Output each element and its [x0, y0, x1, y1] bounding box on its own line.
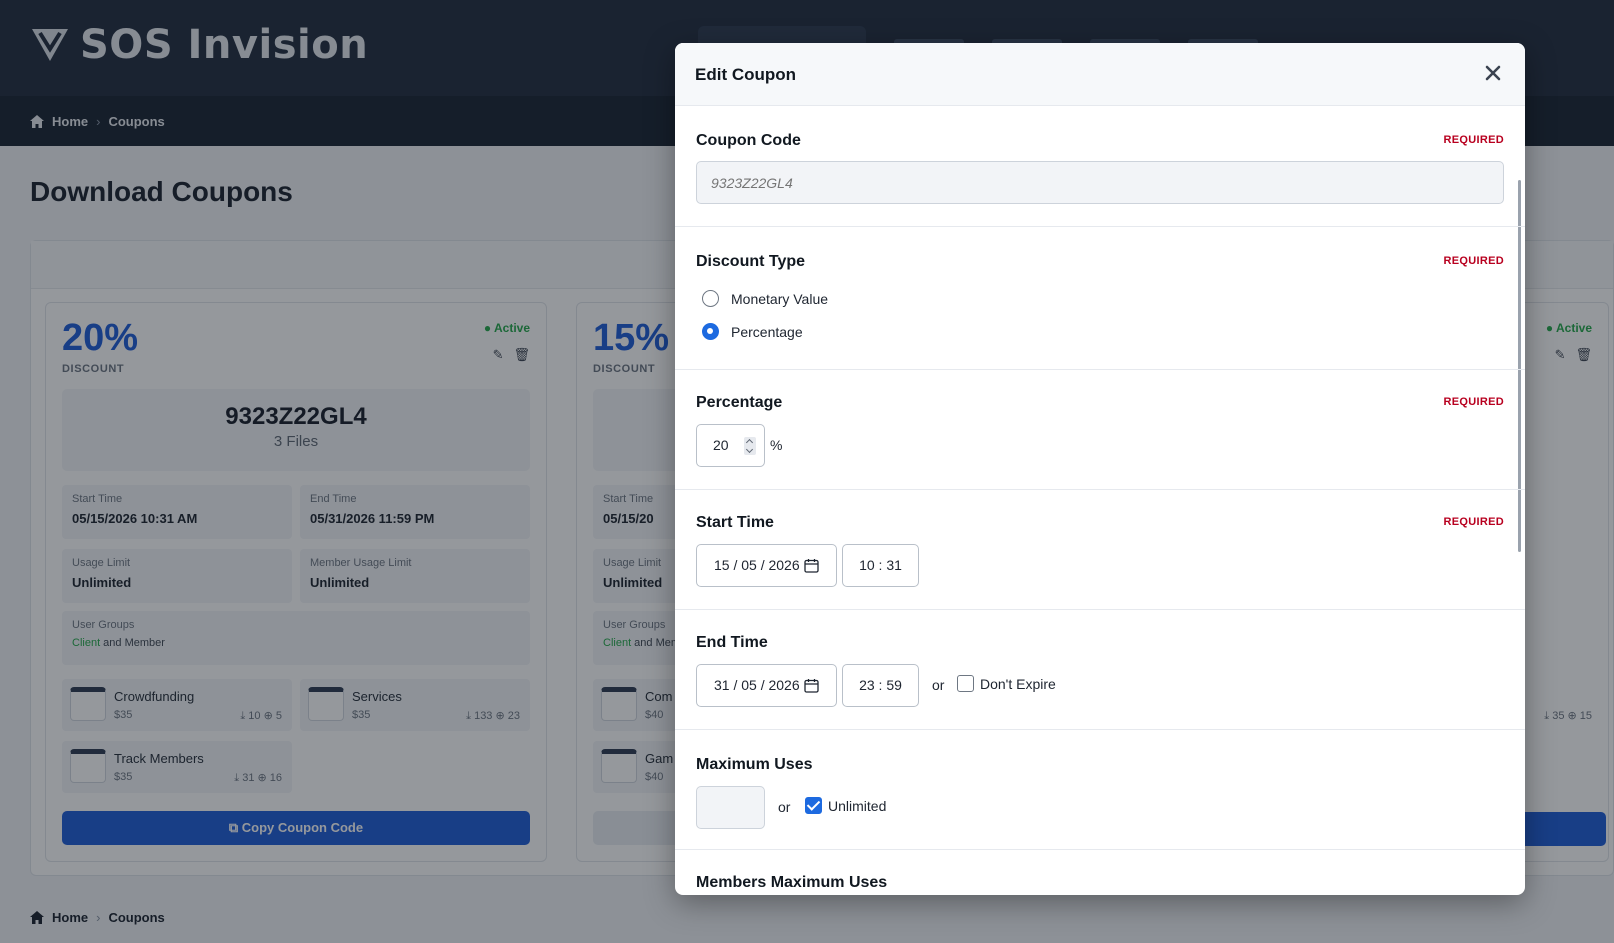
or-text: or [932, 677, 945, 693]
coupon-code-input[interactable] [696, 161, 1504, 204]
discount-type-section: Discount Type REQUIRED Monetary Value Pe… [675, 227, 1525, 370]
start-time-label: Start Time [696, 514, 774, 531]
coupon-code-section: Coupon Code REQUIRED [675, 106, 1525, 227]
radio-monetary-value[interactable]: Monetary Value [702, 290, 828, 307]
dont-expire-checkbox-row[interactable]: Don't Expire [957, 675, 1056, 692]
percentage-section: Percentage REQUIRED 20 % [675, 370, 1525, 490]
start-time-section: Start Time REQUIRED 15 / 05 / 2026 10 : … [675, 490, 1525, 610]
coupon-code-label: Coupon Code [696, 132, 801, 149]
discount-type-label: Discount Type [696, 253, 806, 270]
calendar-icon[interactable] [804, 558, 819, 573]
percent-unit: % [770, 437, 783, 453]
maximum-uses-label: Maximum Uses [696, 756, 813, 773]
end-time-section: End Time 31 / 05 / 2026 23 : 59 or Don't… [675, 610, 1525, 730]
radio-percentage[interactable]: Percentage [702, 323, 803, 340]
end-date-input[interactable]: 31 / 05 / 2026 [696, 664, 837, 707]
unlimited-checkbox[interactable] [805, 797, 822, 814]
required-badge: REQUIRED [1443, 134, 1504, 146]
members-maximum-uses-label: Members Maximum Uses [696, 874, 888, 891]
unlimited-label: Unlimited [828, 797, 887, 814]
percentage-label: Percentage [696, 394, 783, 411]
calendar-icon[interactable] [804, 678, 819, 693]
or-text: or [778, 799, 791, 815]
maximum-uses-section: Maximum Uses or Unlimited [675, 730, 1525, 850]
edit-coupon-modal: Edit Coupon Coupon Code REQUIRED Discoun… [675, 43, 1525, 895]
percentage-value: 20 [713, 437, 729, 453]
stepper-icon[interactable] [744, 437, 756, 455]
end-date-value: 31 / 05 / 2026 [714, 677, 800, 693]
required-badge: REQUIRED [1443, 516, 1504, 528]
required-badge: REQUIRED [1443, 396, 1504, 408]
start-date-value: 15 / 05 / 2026 [714, 557, 800, 573]
dont-expire-checkbox[interactable] [957, 675, 974, 692]
required-badge: REQUIRED [1443, 255, 1504, 267]
start-date-input[interactable]: 15 / 05 / 2026 [696, 544, 837, 587]
members-maximum-uses-section: Members Maximum Uses [675, 850, 1525, 895]
dont-expire-label: Don't Expire [980, 675, 1056, 692]
unlimited-checkbox-row[interactable]: Unlimited [805, 797, 886, 814]
radio-button-selected[interactable] [702, 323, 719, 340]
end-time-input[interactable]: 23 : 59 [842, 664, 919, 707]
modal-title: Edit Coupon [695, 65, 797, 84]
close-icon[interactable] [1481, 61, 1505, 85]
modal-body: Coupon Code REQUIRED Discount Type REQUI… [675, 106, 1525, 895]
radio-label: Percentage [731, 323, 803, 340]
radio-label: Monetary Value [731, 290, 829, 307]
percentage-input[interactable]: 20 [696, 424, 765, 467]
modal-header: Edit Coupon [675, 43, 1525, 106]
radio-button[interactable] [702, 290, 719, 307]
maximum-uses-input[interactable] [696, 786, 765, 829]
end-time-label: End Time [696, 634, 768, 651]
start-time-input[interactable]: 10 : 31 [842, 544, 919, 587]
